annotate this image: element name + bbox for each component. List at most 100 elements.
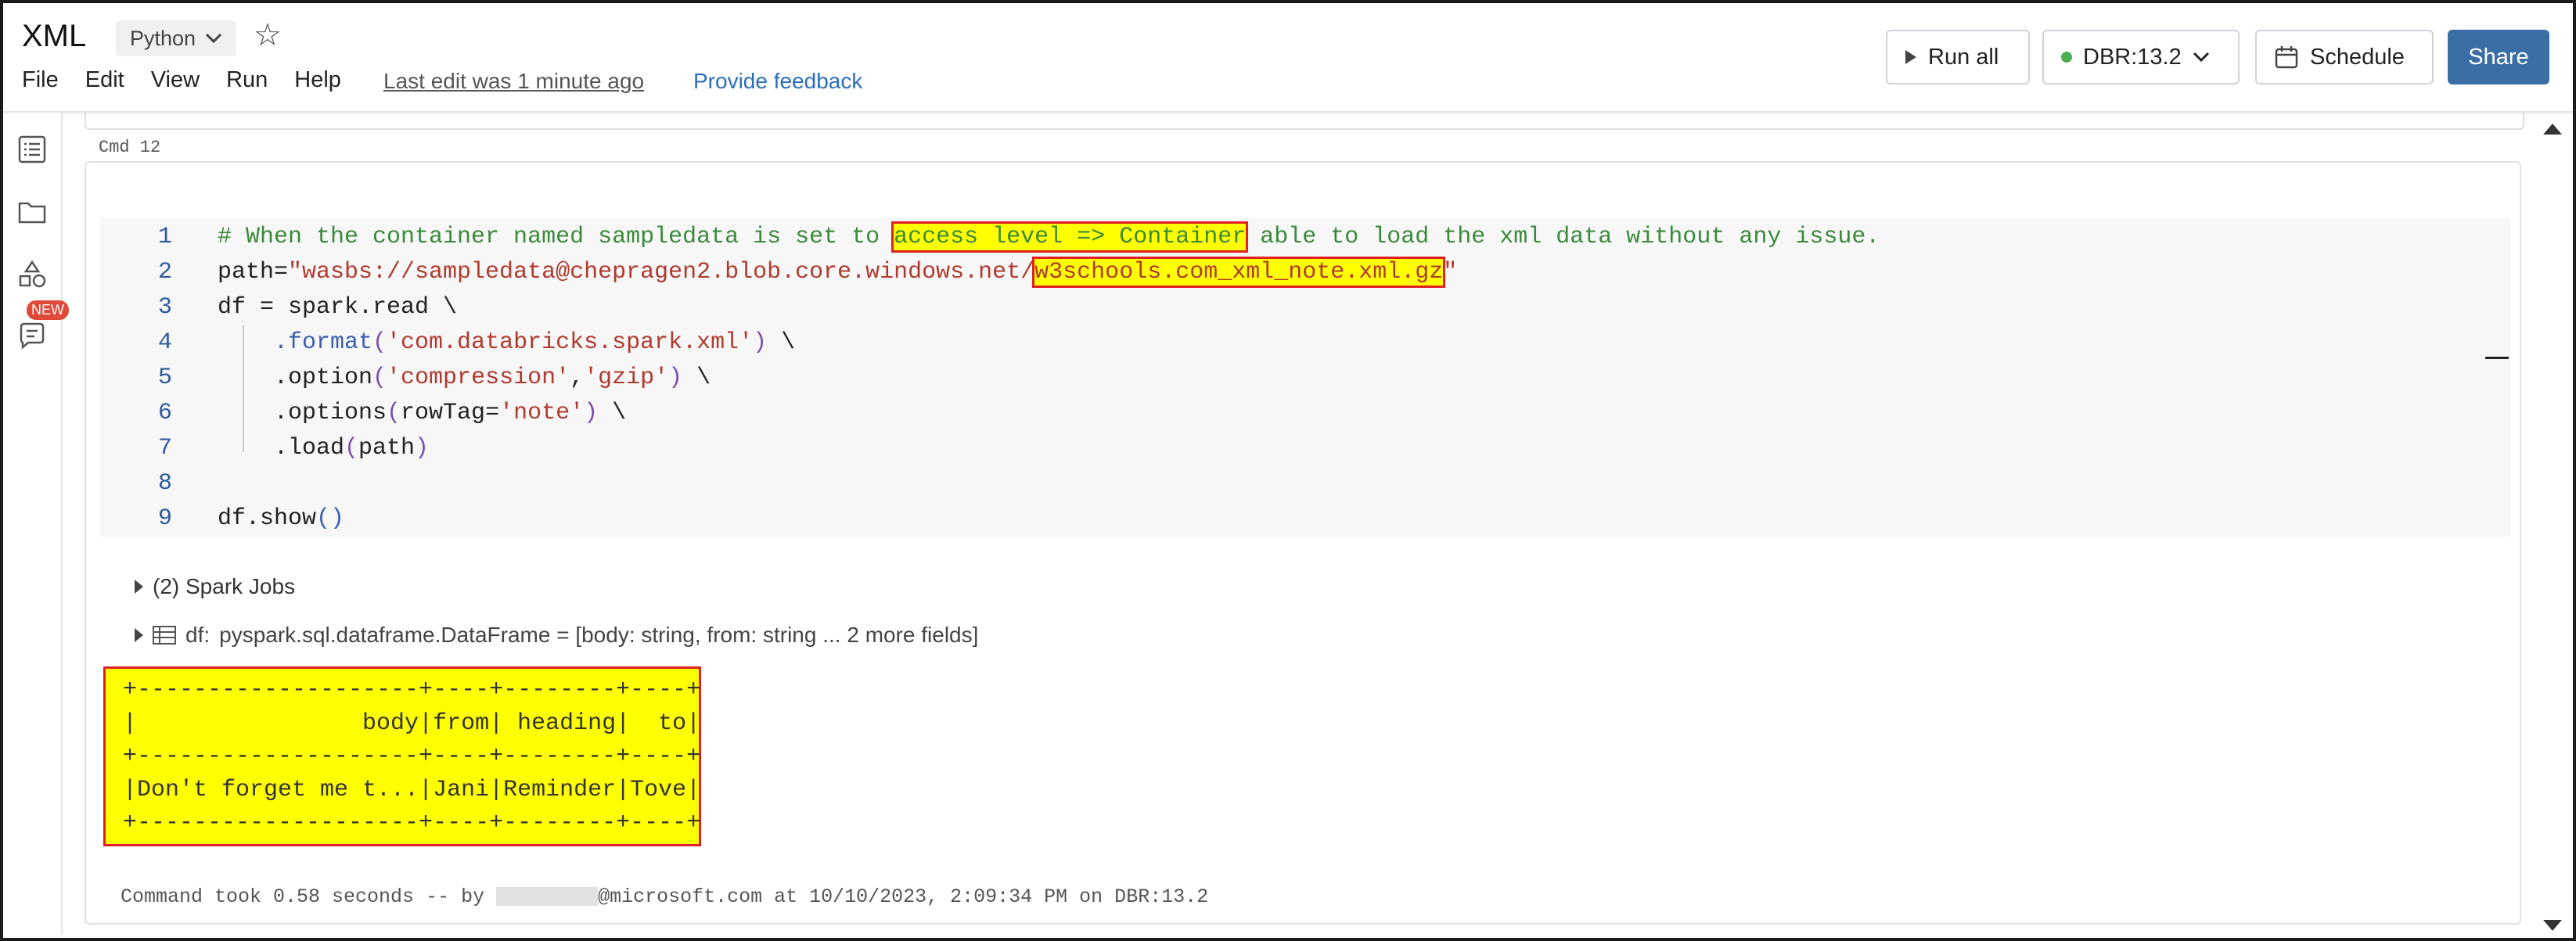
code-path-assign: path= [218,259,289,286]
code-fn: .option [274,365,373,391]
line-number: 6 [157,400,172,426]
code-line-9: df.show() [218,505,344,532]
output-line: +--------------------+----+--------+----… [123,810,701,836]
schedule-button[interactable]: Schedule [2255,30,2434,84]
dataframe-name: df: [185,623,210,647]
code-paren-open: ( [344,435,359,462]
code-quote: " [1443,259,1458,286]
folder-icon[interactable] [17,197,47,227]
table-of-contents-icon[interactable] [17,135,47,164]
code-arg: 'note' [499,400,585,426]
cluster-status-icon [2061,52,2072,63]
play-icon [1905,50,1916,64]
calendar-icon [2275,46,2298,69]
code-paren-open: ( [372,365,387,391]
indent-guide [243,325,244,452]
code-line-2: path="wasbs://sampledata@chepragen2.blob… [218,257,1458,288]
duration-prefix: Command took 0.58 seconds -- by [121,885,497,908]
menu-view[interactable]: View [151,67,200,93]
code-kwarg: rowTag= [401,400,500,426]
menu-edit[interactable]: Edit [85,67,124,93]
left-sidebar: NEW [3,113,69,934]
code-comment: # When the container named sampledata is… [218,224,894,250]
cluster-selector[interactable]: DBR:13.2 [2042,30,2240,84]
favorite-star-icon[interactable]: ☆ [254,17,282,53]
code-paren-open: ( [387,400,401,426]
line-number: 2 [157,259,172,286]
code-fn: .options [274,400,387,426]
run-all-label: Run all [1928,44,1999,70]
code-paren-close: ) [753,329,768,356]
menu-run[interactable]: Run [226,67,268,93]
output-line: | body|from| heading| to| [123,709,701,737]
code-arg: 'compression' [387,365,570,391]
expand-triangle-icon [135,628,143,642]
code-arg: 'com.databricks.spark.xml' [387,329,754,356]
notebook-title[interactable]: XML [22,19,86,54]
minimap-marker [2485,357,2509,359]
line-number: 5 [157,365,172,391]
code-continuation: \ [598,400,627,426]
output-line: |Don't forget me t...|Jani|Reminder|Tove… [123,776,701,803]
line-number: 8 [157,470,172,497]
line-number: 3 [157,294,172,321]
language-label: Python [130,26,196,50]
code-continuation: \ [767,329,796,356]
code-call: df.show [218,505,317,532]
duration-suffix: @microsoft.com at 10/10/2023, 2:09:34 PM… [598,885,1209,908]
code-line-6: .options(rowTag='note') \ [274,400,626,426]
cluster-label: DBR:13.2 [2083,44,2182,70]
code-arg: path [358,435,416,462]
scroll-down-icon[interactable] [2543,920,2562,931]
share-button[interactable]: Share [2448,30,2549,84]
redacted-user [496,887,599,907]
code-comment-rest: able to load the xml data without any is… [1246,224,1880,250]
code-line-1: # When the container named sampledata is… [218,221,1880,253]
code-comma: , [570,365,585,391]
output-line: +--------------------+----+--------+----… [123,743,701,770]
code-fn: .load [274,435,345,462]
assistant-chat-icon[interactable] [17,321,47,350]
code-line-3: df = spark.read \ [218,294,458,321]
code-arg: 'gzip' [584,365,669,391]
menu-bar: File Edit View Run Help [22,67,368,93]
run-all-button[interactable]: Run all [1886,30,2030,84]
spark-jobs-label: (2) Spark Jobs [153,574,296,598]
line-number: 4 [157,329,172,356]
notebook-header: XML Python ☆ File Edit View Run Help Las… [3,3,2573,113]
code-paren-close: ) [668,365,683,391]
cell-output: +--------------------+----+--------+----… [103,666,701,846]
highlighted-file-name: w3schools.com_xml_note.xml.gz [1032,257,1446,288]
code-continuation: \ [682,365,711,391]
last-edit-link[interactable]: Last edit was 1 minute ago [383,69,644,94]
code-paren-close: ) [415,435,430,462]
provide-feedback-link[interactable]: Provide feedback [693,69,862,94]
previous-cell [85,113,2524,130]
scroll-up-icon[interactable] [2543,124,2562,135]
line-number: 1 [157,224,172,250]
menu-help[interactable]: Help [294,67,341,93]
table-icon [153,626,176,645]
chevron-down-icon [2193,52,2209,63]
new-badge: NEW [27,300,69,320]
output-line: +--------------------+----+--------+----… [123,677,701,703]
code-line-7: .load(path) [274,435,429,462]
code-parens: () [316,505,345,532]
code-paren-close: ) [584,400,599,426]
code-paren-open: ( [372,329,387,356]
line-number: 9 [157,505,172,532]
command-number: Cmd 12 [99,138,161,157]
spark-jobs-toggle[interactable]: (2) Spark Jobs [135,574,295,599]
dataframe-schema: pyspark.sql.dataframe.DataFrame = [body:… [219,623,979,647]
dataframe-schema-toggle[interactable]: df: pyspark.sql.dataframe.DataFrame = [b… [135,623,978,648]
menu-file[interactable]: File [22,67,59,93]
expand-triangle-icon [135,580,143,594]
highlighted-access-level: access level => Container [891,221,1249,253]
code-path-string: "wasbs://sampledata@chepragen2.blob.core… [288,259,1035,286]
line-number: 7 [157,435,172,462]
schedule-label: Schedule [2310,44,2405,70]
language-selector[interactable]: Python [116,20,237,56]
shapes-icon[interactable] [17,260,47,289]
chevron-down-icon [206,33,222,44]
code-line-4: .format('com.databricks.spark.xml') \ [274,329,795,356]
